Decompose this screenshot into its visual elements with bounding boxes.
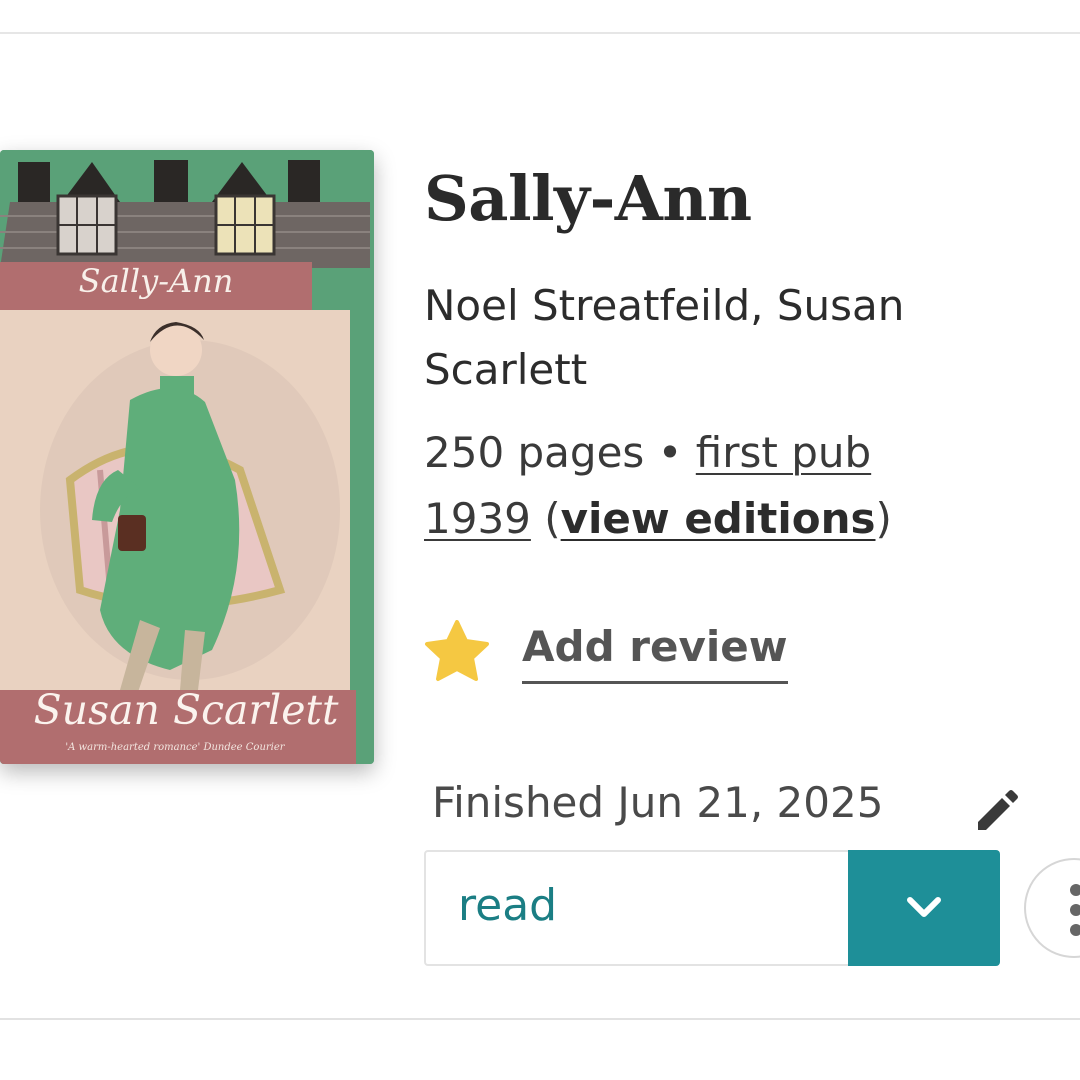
page-count: 250 pages bbox=[424, 428, 645, 477]
shelf-status-value[interactable]: read bbox=[458, 880, 557, 931]
book-cover[interactable]: Sally-Ann Susan Scarlett 'A warm-hearted… bbox=[0, 150, 374, 764]
book-meta: 250 pages • first pub 1939 (view edition… bbox=[424, 420, 984, 552]
top-divider bbox=[0, 32, 1080, 34]
finished-date: Finished Jun 21, 2025 bbox=[432, 778, 884, 827]
more-vertical-icon-dot bbox=[1070, 904, 1080, 916]
paren-close: ) bbox=[875, 494, 892, 543]
bottom-divider bbox=[0, 1018, 1080, 1020]
book-detail-card: Sally-Ann Susan Scarlett 'A warm-hearted… bbox=[0, 0, 1080, 1080]
paren-open: ( bbox=[544, 494, 561, 543]
view-editions-link[interactable]: view editions bbox=[561, 494, 876, 543]
cover-quote: 'A warm-hearted romance' Dundee Courier bbox=[65, 742, 285, 753]
meta-separator: • bbox=[657, 428, 683, 477]
book-title[interactable]: Sally-Ann bbox=[424, 162, 752, 235]
cover-illustration bbox=[0, 150, 374, 764]
shelf-status-toggle-button[interactable] bbox=[848, 850, 1000, 966]
add-review-link[interactable]: Add review bbox=[522, 622, 788, 684]
cover-title: Sally-Ann bbox=[78, 262, 234, 300]
pencil-icon[interactable] bbox=[970, 786, 1022, 838]
chevron-down-icon bbox=[907, 897, 941, 917]
more-vertical-icon bbox=[1070, 884, 1080, 896]
book-authors[interactable]: Noel Streatfeild, Susan Scarlett bbox=[424, 274, 1004, 402]
more-vertical-icon-dot bbox=[1070, 924, 1080, 936]
shelf-status-dropdown[interactable]: read bbox=[424, 850, 1000, 966]
cover-author: Susan Scarlett bbox=[33, 686, 339, 734]
more-options-button[interactable] bbox=[1024, 858, 1080, 958]
star-icon[interactable] bbox=[424, 620, 490, 682]
